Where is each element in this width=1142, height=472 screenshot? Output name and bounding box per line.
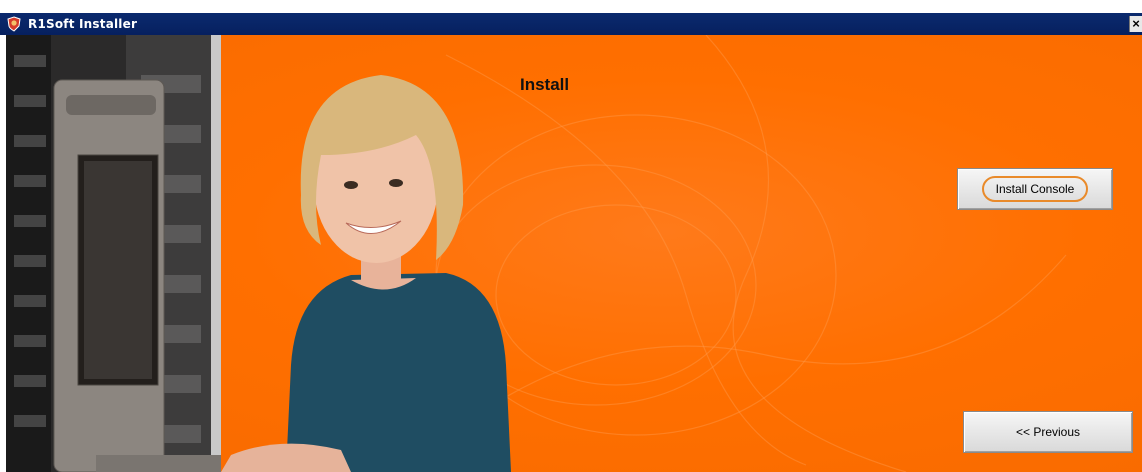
server-rack-image xyxy=(6,35,221,472)
page-title: Install xyxy=(520,75,570,94)
title-bar: R1Soft Installer × xyxy=(0,13,1142,35)
r1soft-shield-icon xyxy=(5,15,23,33)
previous-label: << Previous xyxy=(1015,425,1081,439)
install-console-button[interactable]: Install Console xyxy=(957,168,1113,210)
installer-content: Install Install Console << Previous xyxy=(6,35,1142,472)
install-console-label: Install Console xyxy=(981,176,1089,202)
close-icon[interactable]: × xyxy=(1129,16,1142,32)
window-title: R1Soft Installer xyxy=(28,17,138,31)
previous-button[interactable]: << Previous xyxy=(963,411,1133,453)
woman-at-keyboard-image xyxy=(221,75,511,472)
